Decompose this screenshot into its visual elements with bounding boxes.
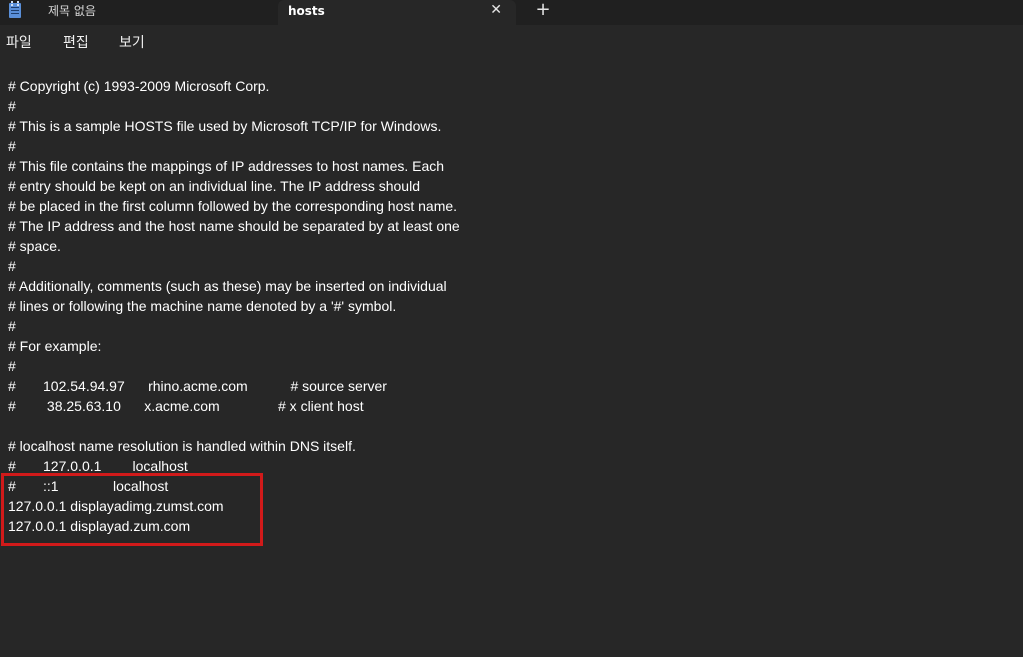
editor-line: # Copyright (c) 1993-2009 Microsoft Corp… — [8, 78, 270, 94]
editor-line: # be placed in the first column followed… — [8, 198, 458, 214]
editor-line — [8, 416, 460, 436]
editor-line: 127.0.0.1 displayad.zum.com — [8, 518, 191, 534]
editor-line: # Additionally, comments (such as these)… — [8, 278, 447, 294]
editor-line: # — [8, 138, 16, 154]
menu-edit[interactable]: 편집 — [63, 34, 89, 52]
editor-line: # entry should be kept on an individual … — [8, 178, 420, 194]
editor-line: # This is a sample HOSTS file used by Mi… — [8, 118, 442, 134]
notepad-icon — [9, 1, 21, 18]
editor-line: # 102.54.94.97 rhino.acme.com # source s… — [8, 378, 387, 394]
editor-line: # The IP address and the host name shoul… — [8, 218, 460, 234]
notepad-window: 제목 없음 hosts ✕ + 파일 편집 보기 # Copyright (c)… — [0, 0, 1023, 657]
editor-line: # This file contains the mappings of IP … — [8, 158, 445, 174]
editor-line: 127.0.0.1 displayadimg.zumst.com — [8, 498, 224, 514]
menu-file[interactable]: 파일 — [6, 34, 32, 52]
editor-line: # space. — [8, 238, 61, 254]
editor-line: # — [8, 258, 16, 274]
editor-lines: # Copyright (c) 1993-2009 Microsoft Corp… — [8, 76, 460, 536]
editor-line: # — [8, 98, 16, 114]
editor-line: # For example: — [8, 338, 102, 354]
text-editor[interactable]: # Copyright (c) 1993-2009 Microsoft Corp… — [0, 61, 1023, 657]
editor-line: # — [8, 318, 16, 334]
close-icon[interactable]: ✕ — [490, 0, 502, 21]
editor-line: # — [8, 358, 16, 374]
tab-label: 제목 없음 — [48, 4, 96, 18]
tab-bar: 제목 없음 hosts ✕ + — [0, 0, 1023, 25]
editor-line: # lines or following the machine name de… — [8, 298, 397, 314]
editor-line: # ::1 localhost — [8, 478, 169, 494]
menu-view[interactable]: 보기 — [119, 34, 145, 52]
editor-line: # localhost name resolution is handled w… — [8, 438, 356, 454]
new-tab-button[interactable]: + — [534, 0, 552, 22]
editor-line: # 38.25.63.10 x.acme.com # x client host — [8, 398, 364, 414]
editor-line: # 127.0.0.1 localhost — [8, 458, 188, 474]
tab-label: hosts — [288, 4, 325, 18]
tab-untitled[interactable]: 제목 없음 — [36, 0, 276, 25]
tab-hosts[interactable]: hosts ✕ — [278, 0, 516, 25]
menu-bar: 파일 편집 보기 — [0, 25, 1023, 61]
